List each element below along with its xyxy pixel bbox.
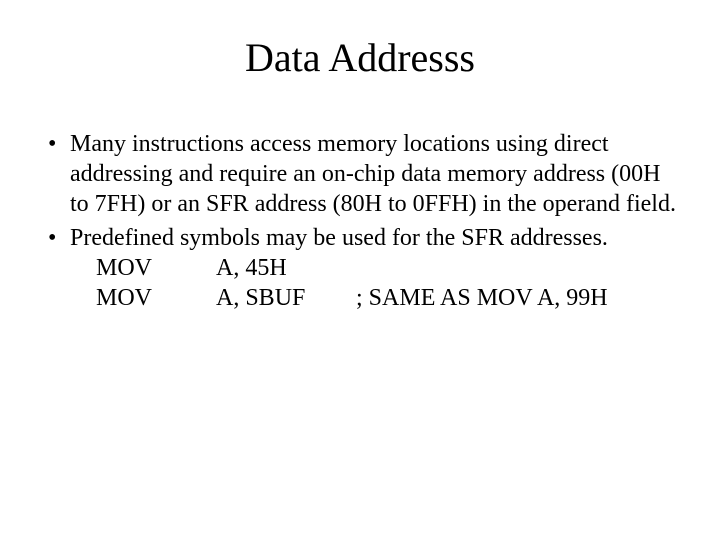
- bullet-item: Many instructions access memory location…: [44, 129, 676, 219]
- code-operand: A, 45H: [216, 253, 356, 283]
- code-comment: [356, 253, 676, 283]
- slide-body: Many instructions access memory location…: [44, 129, 676, 313]
- code-block: MOV A, 45H MOV A, SBUF ; SAME AS MOV A, …: [96, 253, 676, 313]
- bullet-list: Many instructions access memory location…: [44, 129, 676, 313]
- code-row: MOV A, 45H: [96, 253, 676, 283]
- bullet-text: Predefined symbols may be used for the S…: [70, 225, 608, 251]
- code-row: MOV A, SBUF ; SAME AS MOV A, 99H: [96, 283, 676, 313]
- slide: Data Addresss Many instructions access m…: [0, 34, 720, 540]
- bullet-item: Predefined symbols may be used for the S…: [44, 223, 676, 313]
- slide-title: Data Addresss: [0, 34, 720, 81]
- bullet-text: Many instructions access memory location…: [70, 131, 676, 217]
- code-operand: A, SBUF: [216, 283, 356, 313]
- code-mnemonic: MOV: [96, 283, 216, 313]
- code-comment: ; SAME AS MOV A, 99H: [356, 283, 676, 313]
- code-mnemonic: MOV: [96, 253, 216, 283]
